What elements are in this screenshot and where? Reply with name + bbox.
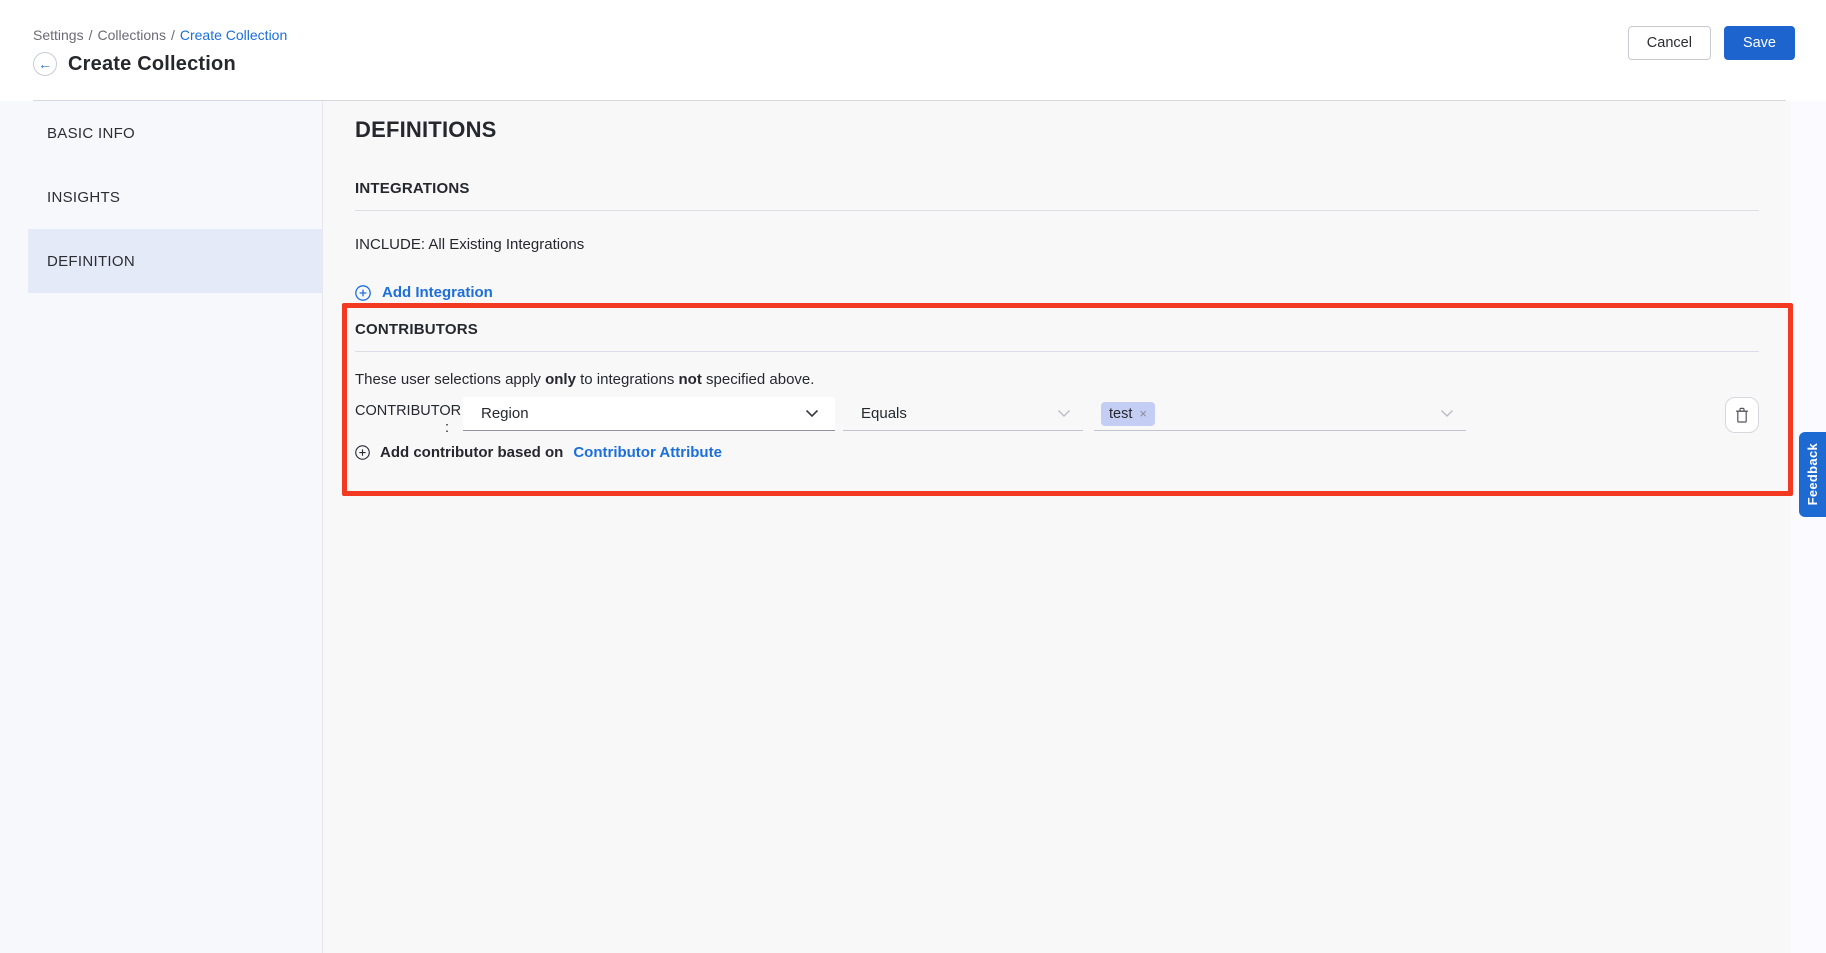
save-button[interactable]: Save: [1724, 26, 1795, 60]
breadcrumb: Settings/Collections/Create Collection: [33, 27, 287, 43]
feedback-tab[interactable]: Feedback: [1799, 432, 1826, 517]
contributor-attribute-link[interactable]: Contributor Attribute: [573, 444, 722, 461]
sidebar-item-insights[interactable]: INSIGHTS: [28, 165, 322, 229]
chevron-down-icon: [1440, 409, 1454, 418]
sidebar-item-basic-info[interactable]: BASIC INFO: [28, 101, 322, 165]
cancel-button[interactable]: Cancel: [1628, 26, 1711, 60]
chip-remove-icon[interactable]: ×: [1139, 407, 1147, 420]
delete-rule-button[interactable]: [1725, 397, 1759, 433]
breadcrumb-settings[interactable]: Settings: [33, 27, 84, 43]
page-title: Create Collection: [68, 53, 236, 76]
chevron-down-icon: [805, 409, 819, 418]
add-integration-button[interactable]: Add Integration: [355, 284, 493, 301]
plus-circle-icon: [355, 445, 370, 460]
back-button[interactable]: ←: [33, 52, 57, 76]
plus-circle-icon: [355, 285, 371, 301]
add-integration-label: Add Integration: [382, 284, 493, 301]
chevron-down-icon: [1057, 409, 1071, 418]
contributor-label-colon: :: [355, 420, 459, 437]
contributor-label: CONTRIBUTOR :: [355, 397, 459, 437]
contributors-note: These user selections apply only to inte…: [355, 371, 1759, 388]
include-integrations-text: INCLUDE: All Existing Integrations: [355, 236, 1759, 253]
note-part: to integrations: [576, 371, 679, 388]
title-row: ← Create Collection: [33, 52, 287, 76]
contributor-rule-row: CONTRIBUTOR : Region Equals test ×: [355, 397, 1759, 437]
main-panel: DEFINITIONS INTEGRATIONS INCLUDE: All Ex…: [323, 101, 1791, 953]
sidebar-item-definition[interactable]: DEFINITION: [28, 229, 322, 293]
note-part: These user selections apply: [355, 371, 545, 388]
note-bold: only: [545, 371, 576, 388]
back-arrow-icon: ←: [38, 53, 52, 75]
operator-select[interactable]: Equals: [843, 397, 1083, 431]
header: Settings/Collections/Create Collection ←…: [0, 0, 1826, 101]
add-contributor-row: Add contributor based on Contributor Att…: [355, 444, 1759, 461]
value-chip: test ×: [1101, 402, 1155, 426]
note-part: specified above.: [702, 371, 815, 388]
breadcrumb-current[interactable]: Create Collection: [180, 27, 287, 43]
definitions-heading: DEFINITIONS: [355, 117, 1759, 143]
attribute-select[interactable]: Region: [463, 397, 835, 431]
content: BASIC INFO INSIGHTS DEFINITION DEFINITIO…: [0, 101, 1826, 953]
note-bold: not: [679, 371, 702, 388]
contributor-label-text: CONTRIBUTOR: [355, 403, 459, 420]
sidebar: BASIC INFO INSIGHTS DEFINITION: [0, 101, 323, 953]
breadcrumb-separator: /: [89, 27, 93, 43]
header-left: Settings/Collections/Create Collection ←…: [33, 0, 287, 76]
operator-select-value: Equals: [861, 405, 907, 422]
add-contributor-prefix: Add contributor based on: [380, 444, 563, 461]
contributors-section-title: CONTRIBUTORS: [355, 321, 1759, 352]
breadcrumb-separator: /: [171, 27, 175, 43]
value-chip-label: test: [1109, 406, 1132, 422]
breadcrumb-collections[interactable]: Collections: [97, 27, 165, 43]
integrations-section-title: INTEGRATIONS: [355, 180, 1759, 211]
values-multiselect[interactable]: test ×: [1094, 397, 1466, 431]
right-margin: [1791, 101, 1826, 953]
attribute-select-value: Region: [481, 405, 529, 422]
header-actions: Cancel Save: [1628, 0, 1795, 60]
trash-icon: [1735, 407, 1749, 423]
feedback-label: Feedback: [1805, 443, 1820, 505]
